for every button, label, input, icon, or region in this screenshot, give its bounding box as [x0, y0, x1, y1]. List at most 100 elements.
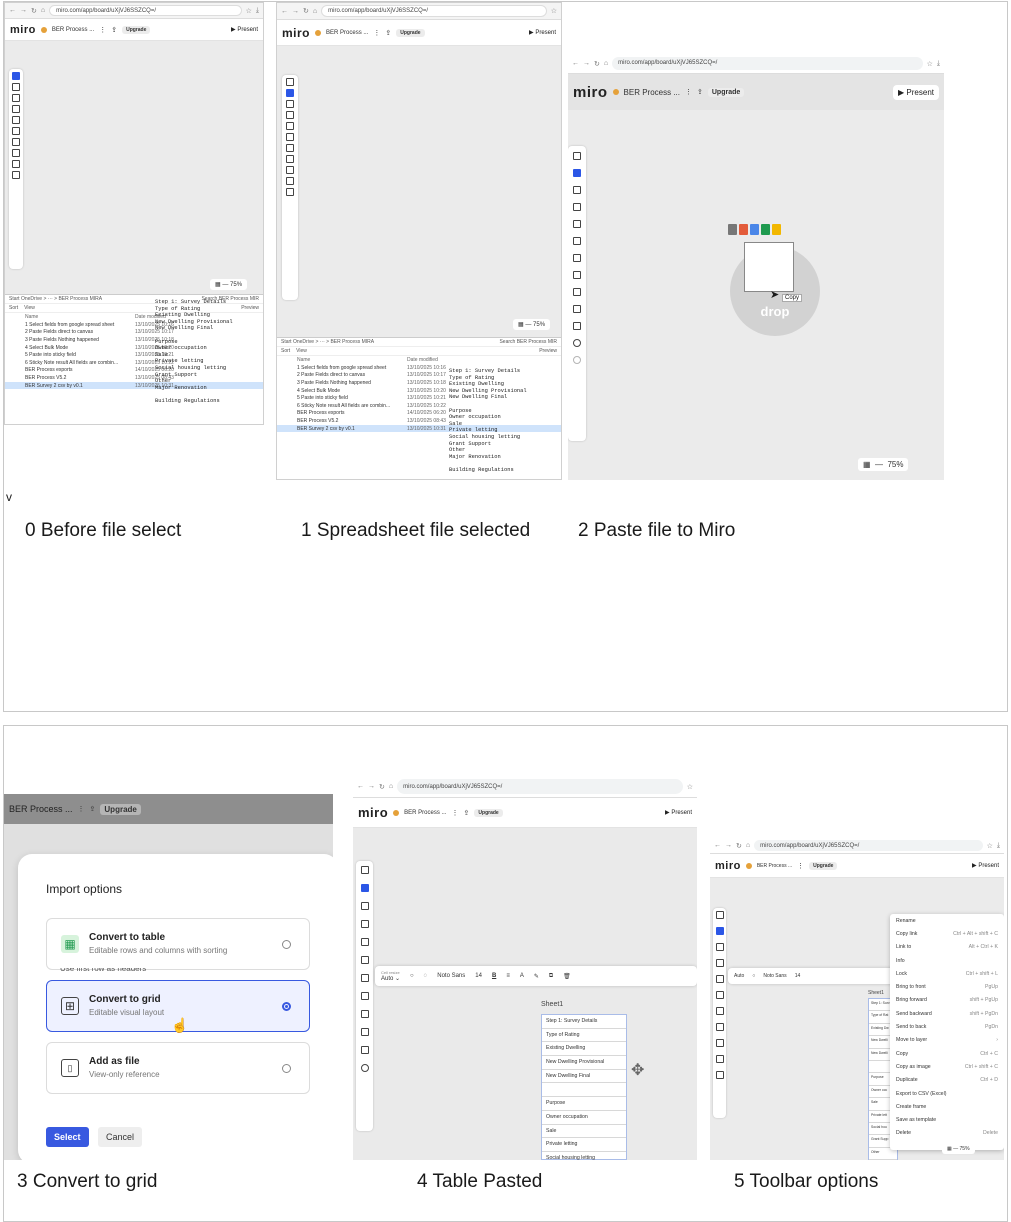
explorer-search[interactable]: Search BER Process MIR [499, 339, 557, 345]
reload-icon[interactable]: ↻ [379, 783, 385, 791]
menu-item[interactable]: Delete Delete [890, 1127, 1004, 1140]
board-name[interactable]: BER Process ... [757, 863, 792, 869]
star-icon[interactable]: ☆ [551, 7, 557, 15]
back-icon[interactable]: ← [281, 8, 288, 15]
reload-icon[interactable]: ↻ [594, 60, 600, 68]
column-date[interactable]: Date modified [407, 357, 438, 363]
align-icon[interactable]: ≡ [506, 973, 510, 979]
view-button[interactable]: View [296, 348, 307, 354]
menu-item[interactable]: Link to Alt + Ctrl + K [890, 941, 1004, 954]
menu-item[interactable]: Create frame [890, 1100, 1004, 1113]
bold-icon[interactable]: B [492, 973, 496, 979]
template-tool-icon[interactable] [286, 100, 294, 108]
pen-tool-icon[interactable] [573, 254, 581, 262]
shapes-tool-icon[interactable] [12, 116, 20, 124]
menu-item[interactable]: Move to layer › [890, 1034, 1004, 1047]
select-tool-icon[interactable] [286, 89, 294, 97]
pen-tool-icon[interactable] [715, 1007, 724, 1015]
share-icon[interactable]: ⇪ [464, 809, 470, 817]
option-convert-to-table[interactable]: ▦ Convert to table Editable rows and col… [46, 918, 310, 970]
menu-item[interactable]: Lock Ctrl + shift + L [890, 967, 1004, 980]
menu-item[interactable]: Info [890, 954, 1004, 967]
present-button[interactable]: ▶ Present [893, 84, 939, 100]
star-icon[interactable]: ☆ [246, 7, 252, 15]
present-button[interactable]: ▶ Present [231, 26, 258, 33]
template-tool-icon[interactable] [360, 902, 369, 910]
reload-icon[interactable]: ↻ [31, 7, 37, 15]
preview-button[interactable]: Preview [241, 305, 259, 311]
explorer-location[interactable]: Start OneDrive > ··· > BER Process MIRA [9, 296, 102, 302]
comment-tool-icon[interactable] [12, 160, 20, 168]
back-icon[interactable]: ← [714, 842, 721, 849]
apps-tool-icon[interactable] [12, 171, 20, 179]
share-icon[interactable]: ⇪ [697, 88, 703, 96]
ai-tool-icon[interactable] [573, 152, 581, 160]
grid-cell[interactable]: Type of Rating [542, 1029, 626, 1043]
reload-icon[interactable]: ↻ [303, 7, 309, 15]
explorer-location[interactable]: Start OneDrive > ··· > BER Process MIRA [281, 339, 374, 345]
apps-tool-icon[interactable] [573, 322, 581, 330]
menu-item[interactable]: Save as template [890, 1113, 1004, 1126]
grid-cell[interactable]: New Dwelling Provisional [542, 1056, 626, 1070]
cell-resize-control[interactable]: Cell resize Auto ⌄ [381, 970, 400, 982]
board-name[interactable]: BER Process ... [404, 810, 446, 816]
apps-tool-icon[interactable] [286, 188, 294, 196]
frame-tool-icon[interactable] [573, 271, 581, 279]
grid-cell[interactable]: Sale [542, 1125, 626, 1139]
forward-icon[interactable]: → [292, 8, 299, 15]
board-name[interactable]: BER Process ... [52, 27, 94, 33]
font-select[interactable]: Noto Sans [763, 973, 786, 979]
pasted-grid[interactable]: Step 1: Survey Details Type of Rating Exis… [541, 1014, 627, 1160]
frame-tool-icon[interactable] [715, 1023, 724, 1031]
shapes-tool-icon[interactable] [573, 237, 581, 245]
grid-cell[interactable]: Social housing letting [542, 1152, 626, 1160]
view-button[interactable]: View [24, 305, 35, 311]
upgrade-button[interactable]: Upgrade [100, 803, 141, 815]
download-icon[interactable]: ⤓ [256, 7, 259, 15]
present-button[interactable]: ▶ Present [972, 862, 999, 869]
menu-item[interactable]: Send to back PgDn [890, 1020, 1004, 1033]
radio-convert-to-table[interactable] [282, 940, 291, 949]
zoom-control[interactable]: ▦ — 75% [513, 319, 551, 330]
duplicate-icon[interactable]: ⧉ [549, 973, 553, 980]
menu-item[interactable]: Duplicate Ctrl + D [890, 1074, 1004, 1087]
more-icon[interactable]: ⋮ [685, 88, 692, 96]
move-handle-icon[interactable]: ✥ [631, 1060, 644, 1080]
text-tool-icon[interactable] [12, 105, 20, 113]
star-icon[interactable]: ☆ [987, 842, 993, 850]
zoom-control[interactable]: ▦ — 75% [210, 279, 248, 290]
mind-map-tool-icon[interactable] [715, 1039, 724, 1047]
text-tool-icon[interactable] [573, 220, 581, 228]
option-add-as-file[interactable]: ▯ Add as file View-only reference [46, 1042, 310, 1094]
text-tool-icon[interactable] [360, 938, 369, 946]
forward-icon[interactable]: → [368, 783, 375, 790]
back-icon[interactable]: ← [357, 783, 364, 790]
drop-zone[interactable]: drop Copy ➤ [730, 242, 820, 336]
comment-tool-icon[interactable] [360, 1028, 369, 1036]
sort-button[interactable]: Sort [9, 305, 18, 311]
text-tool-icon[interactable] [286, 122, 294, 130]
back-icon[interactable]: ← [9, 7, 16, 14]
mind-map-tool-icon[interactable] [360, 1010, 369, 1018]
share-icon[interactable]: ⇪ [90, 805, 96, 813]
home-icon[interactable]: ⌂ [746, 842, 750, 849]
shapes-tool-icon[interactable] [286, 133, 294, 141]
sticky-note-tool-icon[interactable] [360, 920, 369, 928]
template-tool-icon[interactable] [715, 943, 724, 951]
ai-tool-icon[interactable] [286, 78, 294, 86]
more-icon[interactable]: ⋮ [797, 862, 804, 870]
more-icon[interactable]: ⋮ [99, 26, 106, 34]
download-icon[interactable]: ⤓ [997, 842, 1000, 850]
mind-map-tool-icon[interactable] [286, 166, 294, 174]
preview-button[interactable]: Preview [539, 348, 557, 354]
present-button[interactable]: ▶ Present [529, 29, 556, 36]
font-select[interactable]: Noto Sans [437, 973, 465, 979]
fill-color-icon[interactable]: ○ [410, 973, 414, 979]
shapes-tool-icon[interactable] [715, 991, 724, 999]
font-size-input[interactable]: 14 [795, 973, 801, 979]
option-convert-to-grid[interactable]: ⊞ Convert to grid Editable visual layout… [46, 980, 310, 1033]
radio-add-as-file[interactable] [282, 1064, 291, 1073]
more-icon[interactable]: ⋮ [78, 805, 85, 813]
upgrade-button[interactable]: Upgrade [707, 87, 745, 97]
upgrade-button[interactable]: Upgrade [474, 808, 503, 817]
